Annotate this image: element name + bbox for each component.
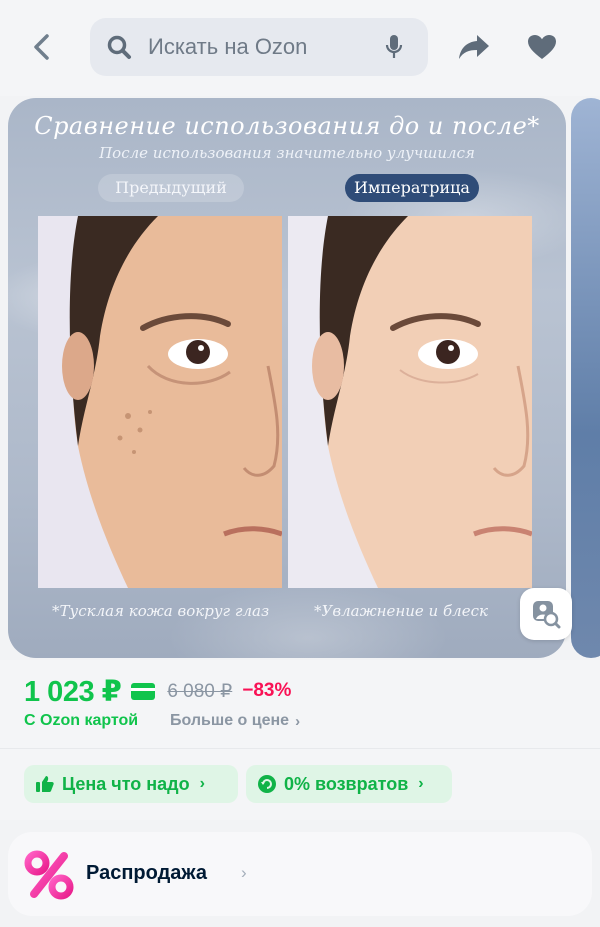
top-bar: Искать на Ozon [0,0,600,96]
badges-row: Цена что надо › 0% возвратов › [0,748,600,820]
chip-zero-returns[interactable]: 0% возвратов › [246,765,452,803]
current-price: 1 023 ₽ [24,675,122,708]
discount-badge: −83% [242,680,292,701]
back-button[interactable] [24,28,58,66]
heart-icon [528,35,556,59]
percent-icon [24,850,74,900]
chip-fair-price-label: Цена что надо [62,773,190,794]
comparison-subtitle: После использования значительно улучшилс… [99,144,475,162]
share-button[interactable] [456,30,492,64]
comparison-title: Сравнение использования до и после* [34,112,540,140]
search-input[interactable]: Искать на Ozon [90,18,428,76]
chevron-right-icon: › [295,712,301,730]
chevron-right-icon: › [241,863,247,882]
sale-banner[interactable]: Распродажа › [8,832,592,916]
microphone-icon[interactable] [384,34,404,60]
ozon-card-icon [131,682,156,700]
price-section: 1 023 ₽ 6 080 ₽ −83% С Ozon картой Больш… [0,660,600,748]
price-row: 1 023 ₽ 6 080 ₽ −83% [24,674,291,708]
thumbs-up-icon [36,775,54,793]
favorite-button[interactable] [524,30,560,64]
before-caption: *Тусклая кожа вокруг глаз [52,602,270,620]
after-caption: *Увлажнение и блеск [314,602,488,620]
more-about-price-label: Больше о цене [170,712,290,729]
search-icon [106,34,132,60]
before-photo [38,216,282,588]
after-label: Императрица [345,174,479,202]
chip-zero-returns-label: 0% возвратов [284,773,409,794]
old-price: 6 080 ₽ [167,680,233,702]
after-photo [288,216,532,588]
chevron-right-icon: › [418,775,424,792]
image-search-icon [533,601,561,629]
ozon-card-label: С Ozon картой [24,712,139,729]
chevron-right-icon: › [199,775,205,792]
next-gallery-slide[interactable] [571,98,600,658]
chevron-left-icon [34,34,49,60]
chip-fair-price[interactable]: Цена что надо › [24,765,238,803]
before-label: Предыдущий [98,174,244,202]
share-arrow-icon [459,35,489,59]
visual-search-button[interactable] [520,588,572,640]
sale-section: Распродажа › [0,820,600,927]
more-about-price-link[interactable]: Больше о цене › [170,712,300,730]
search-placeholder: Искать на Ozon [148,34,308,59]
return-icon [258,775,276,793]
product-image-gallery[interactable]: Сравнение использования до и после* Посл… [8,98,566,658]
sale-label: Распродажа [86,862,207,884]
